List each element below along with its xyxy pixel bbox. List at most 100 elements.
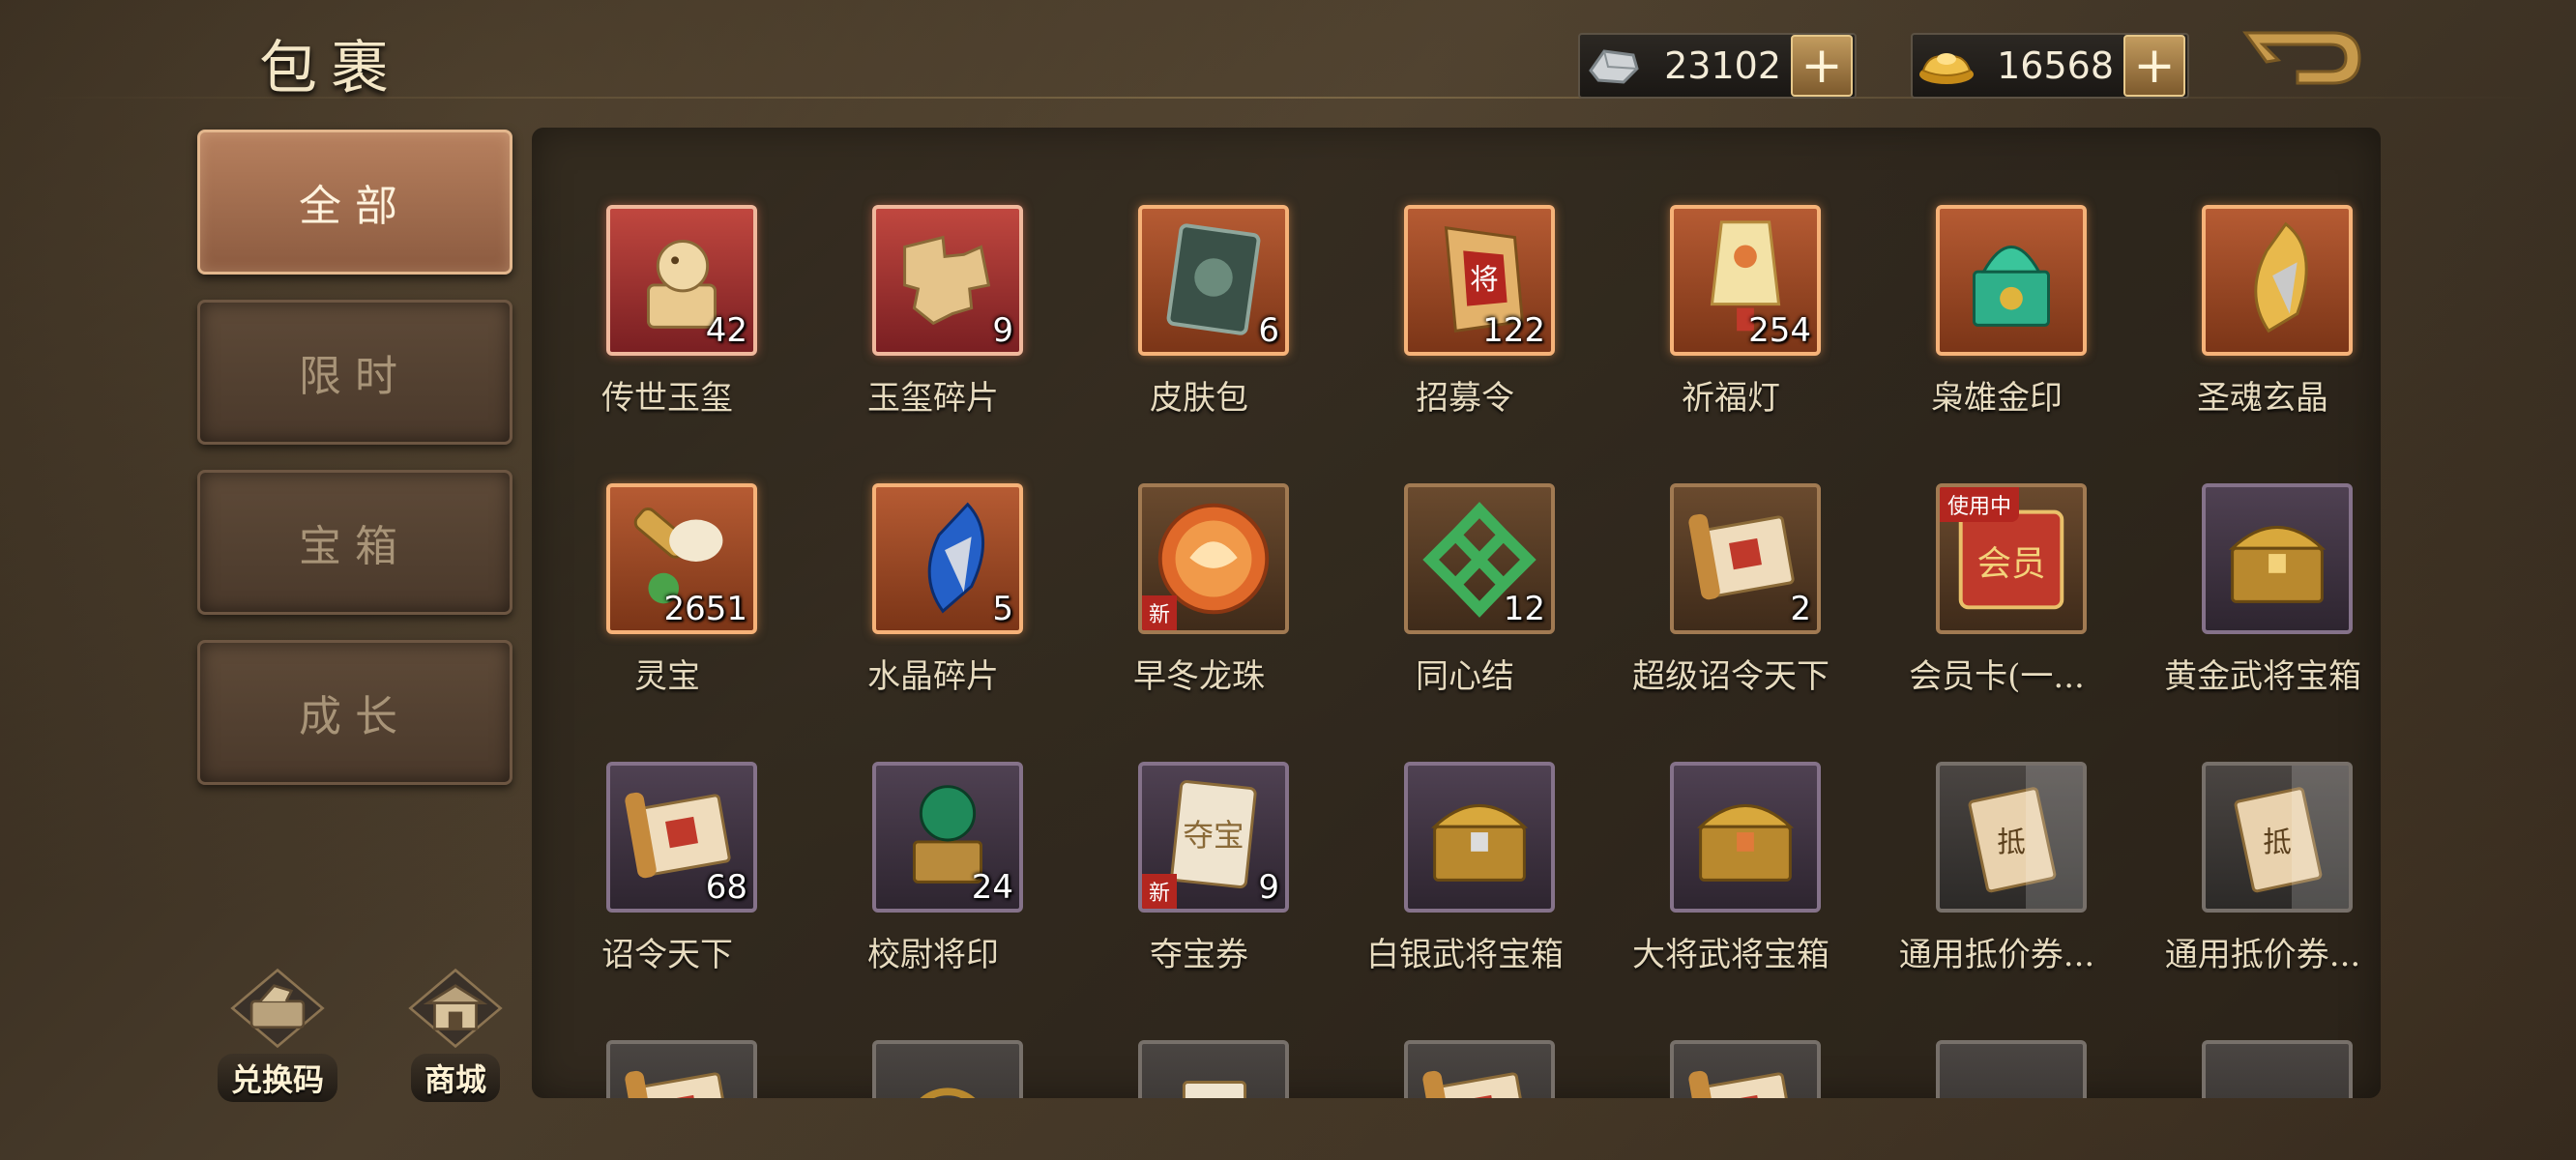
item-slot[interactable]	[872, 1040, 1023, 1098]
jade-icon	[2206, 1044, 2349, 1098]
inventory-item[interactable]: 圣魂玄晶	[2147, 128, 2379, 418]
inventory-item[interactable]: 抵通用抵价券...	[2147, 684, 2379, 974]
svg-text:抵: 抵	[1997, 826, 2026, 858]
item-slot[interactable]	[1404, 1040, 1555, 1098]
redeem-code-button[interactable]: 兑换码	[205, 967, 350, 1102]
item-grid: 42 传世玉玺 9 玉玺碎片 6 皮肤包将 122 招募令 254 祈福灯 枭雄金印 圣魂玄晶 2651…	[532, 128, 2381, 1098]
new-badge: 新	[1142, 874, 1177, 909]
inventory-item[interactable]: 新早冬龙珠	[1083, 406, 1315, 696]
tab-all[interactable]: 全部	[197, 130, 512, 275]
inventory-item[interactable]: 将 122 招募令	[1349, 128, 1581, 418]
item-slot[interactable]	[1404, 762, 1555, 913]
item-slot[interactable]	[2202, 205, 2353, 356]
scroll-icon	[1422, 1070, 1529, 1098]
item-slot[interactable]: 2	[1670, 483, 1821, 634]
item-slot[interactable]	[1138, 1040, 1289, 1098]
item-slot[interactable]	[606, 1040, 757, 1098]
item-slot[interactable]: 254	[1670, 205, 1821, 356]
card-icon	[1182, 1080, 1247, 1098]
item-count: 2	[1790, 590, 1811, 628]
item-slot[interactable]: 会员 使用中	[1936, 483, 2087, 634]
inventory-item[interactable]: 会员 使用中 会员卡(一...	[1881, 406, 2113, 696]
soul-crystal-icon	[2254, 221, 2308, 334]
item-slot[interactable]: 9	[872, 205, 1023, 356]
tab-chest[interactable]: 宝箱	[197, 470, 512, 615]
scroll-icon	[625, 1070, 731, 1098]
item-count: 12	[1503, 590, 1545, 628]
inventory-item[interactable]: 68 诏令天下	[551, 684, 783, 974]
tab-limited[interactable]: 限时	[197, 300, 512, 445]
gold-chest-icon	[2228, 526, 2327, 603]
item-slot[interactable]	[1670, 1040, 1821, 1098]
inventory-item[interactable]: 2651 灵宝	[551, 406, 783, 696]
item-count: 24	[971, 868, 1013, 907]
svg-text:抵: 抵	[2263, 826, 2292, 858]
item-slot[interactable]	[2202, 1040, 2353, 1098]
inventory-item[interactable]: 6 皮肤包	[1083, 128, 1315, 418]
back-button[interactable]	[2239, 23, 2365, 101]
inventory-item[interactable]: 白银武将宝箱	[1349, 684, 1581, 974]
inventory-item[interactable]: 254 祈福灯	[1615, 128, 1847, 418]
item-slot[interactable]	[1670, 762, 1821, 913]
item-slot[interactable]: 将 122	[1404, 205, 1555, 356]
item-slot[interactable]	[2202, 483, 2353, 634]
inventory-item[interactable]: 枭雄金印	[1881, 128, 2113, 418]
inventory-item[interactable]: 5 水晶碎片	[817, 406, 1049, 696]
inventory-item[interactable]	[1881, 963, 2113, 1098]
svg-text:会员: 会员	[1976, 544, 2045, 584]
new-badge: 新	[1142, 595, 1177, 630]
item-slot[interactable]: 24	[872, 762, 1023, 913]
general-chest-icon	[1696, 804, 1795, 882]
item-slot[interactable]: 12	[1404, 483, 1555, 634]
item-slot[interactable]: 68	[606, 762, 757, 913]
inventory-item[interactable]	[1615, 963, 1847, 1098]
silver-amount: 23102	[1664, 44, 1781, 87]
scroll-icon	[1688, 1070, 1795, 1098]
item-slot[interactable]: 夺宝 9 新	[1138, 762, 1289, 913]
item-slot[interactable]: 5	[872, 483, 1023, 634]
item-slot[interactable]: 42	[606, 205, 757, 356]
inventory-item[interactable]	[551, 963, 783, 1098]
inventory-item[interactable]	[1349, 963, 1581, 1098]
shop-button[interactable]: 商城	[383, 967, 528, 1102]
item-slot[interactable]: 新	[1138, 483, 1289, 634]
item-count: 9	[1258, 868, 1279, 907]
item-slot[interactable]: 抵	[2202, 762, 2353, 913]
inventory-item[interactable]: 抵通用抵价券...	[1881, 684, 2113, 974]
inventory-item[interactable]: 大将武将宝箱	[1615, 684, 1847, 974]
slot-shine	[2291, 766, 2349, 909]
inventory-item[interactable]: 24 校尉将印	[817, 684, 1049, 974]
item-slot[interactable]: 6	[1138, 205, 1289, 356]
redeem-code-icon	[230, 968, 325, 1049]
item-count: 122	[1482, 311, 1545, 350]
item-slot[interactable]	[1936, 1040, 2087, 1098]
item-count: 9	[992, 311, 1013, 350]
inventory-item[interactable]: 12 同心结	[1349, 406, 1581, 696]
item-slot[interactable]: 2651	[606, 483, 757, 634]
item-count: 254	[1748, 311, 1811, 350]
shop-icon	[408, 968, 503, 1049]
inventory-item[interactable]: 9 玉玺碎片	[817, 128, 1049, 418]
redeem-code-label: 兑换码	[217, 1054, 337, 1102]
inventory-item[interactable]	[817, 963, 1049, 1098]
add-silver-button[interactable]: +	[1791, 35, 1853, 97]
gold-currency: 16568 +	[1911, 33, 2189, 99]
item-count: 68	[705, 868, 747, 907]
item-slot[interactable]: 抵	[1936, 762, 2087, 913]
inventory-item[interactable]	[1083, 963, 1315, 1098]
inventory-item[interactable]: 42 传世玉玺	[551, 128, 783, 418]
item-slot[interactable]	[1936, 205, 2087, 356]
page-title: 包裹	[259, 35, 402, 102]
item-count: 42	[705, 311, 747, 350]
tab-growth[interactable]: 成长	[197, 640, 512, 785]
slot-shine	[2025, 766, 2083, 909]
inventory-item[interactable]	[2147, 963, 2379, 1098]
add-gold-button[interactable]: +	[2123, 35, 2185, 97]
inventory-item[interactable]: 黄金武将宝箱	[2147, 406, 2379, 696]
ring-icon	[920, 1088, 976, 1098]
gold-amount: 16568	[1997, 44, 2114, 87]
inventory-item[interactable]: 夺宝 9 新夺宝券	[1083, 684, 1315, 974]
inventory-item[interactable]: 2 超级诏令天下	[1615, 406, 1847, 696]
item-count: 5	[992, 590, 1013, 628]
back-arrow-icon	[2242, 31, 2361, 85]
